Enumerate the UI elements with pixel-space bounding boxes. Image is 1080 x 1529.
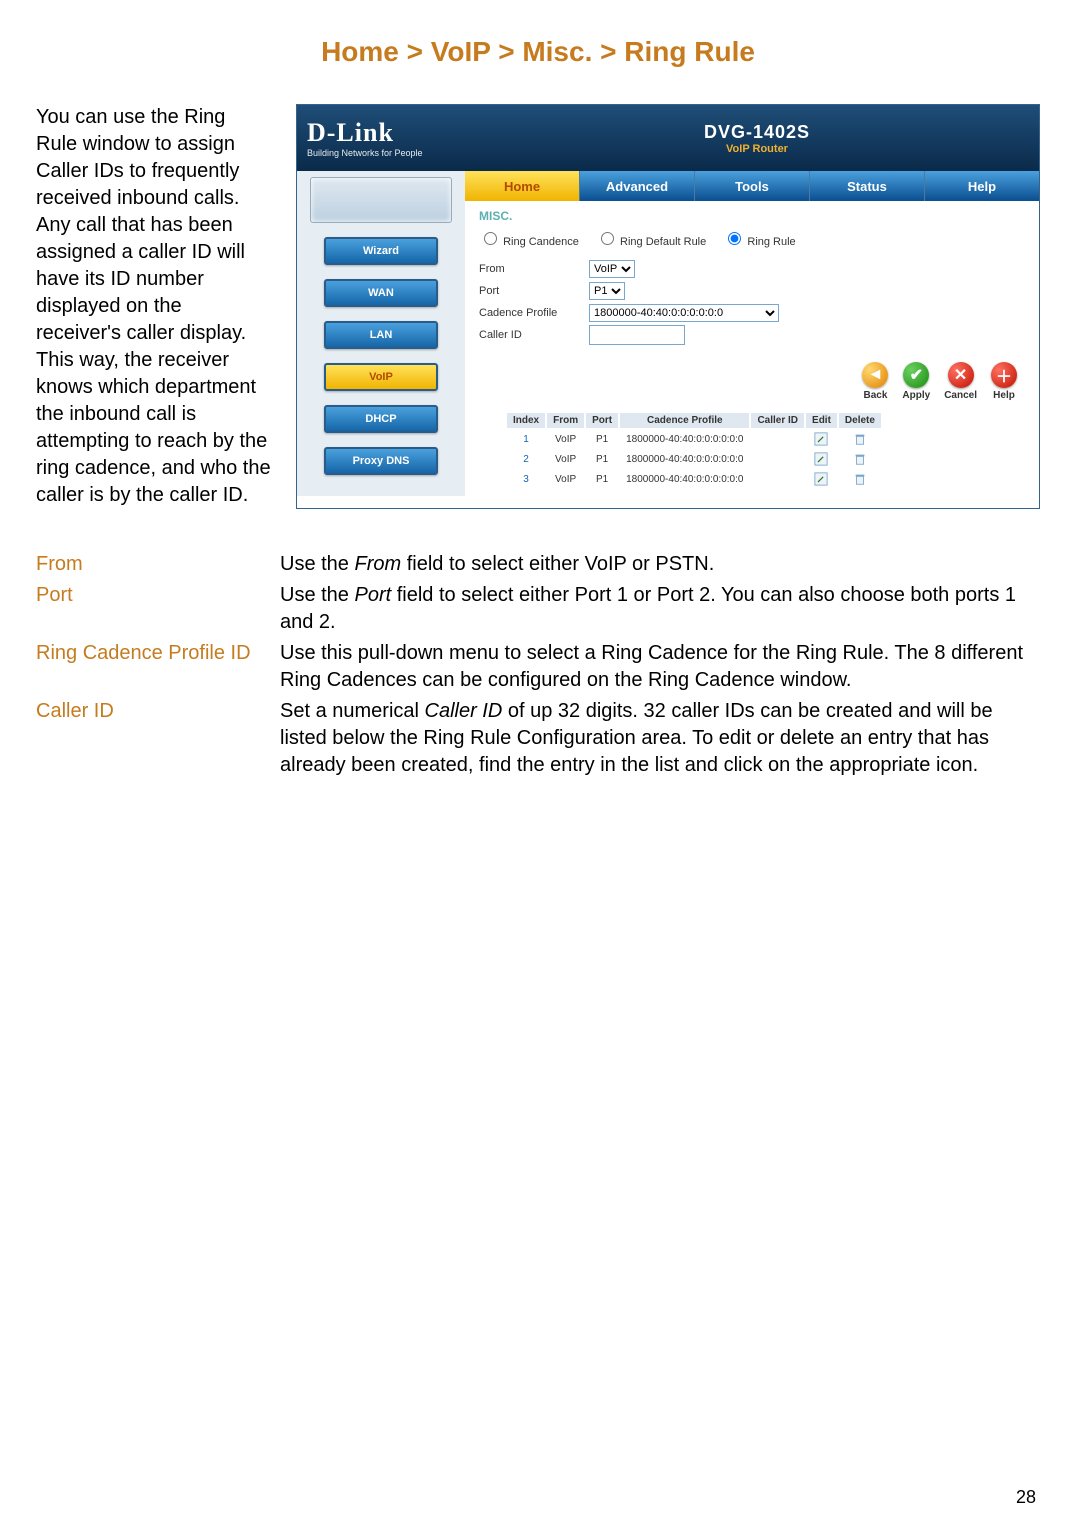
sidebar-item-dhcp[interactable]: DHCP: [324, 405, 438, 433]
def-body-ring-cadence: Use this pull-down menu to select a Ring…: [280, 640, 1040, 694]
delete-icon[interactable]: [853, 432, 867, 446]
col-delete: Delete: [839, 413, 881, 428]
radio-ring-rule-label: Ring Rule: [747, 236, 795, 248]
ring-rule-table: Index From Port Cadence Profile Caller I…: [505, 411, 883, 490]
cell-port: P1: [586, 470, 618, 488]
cancel-icon: ✕: [948, 362, 974, 388]
col-edit: Edit: [806, 413, 837, 428]
apply-label: Apply: [902, 390, 930, 401]
help-label: Help: [993, 390, 1015, 401]
apply-icon: ✔: [903, 362, 929, 388]
cell-cadence: 1800000-40:40:0:0:0:0:0:0: [620, 430, 749, 448]
brand-tagline: Building Networks for People: [307, 148, 475, 158]
intro-text: You can use the Ring Rule window to assi…: [36, 104, 272, 509]
delete-icon[interactable]: [853, 452, 867, 466]
col-from: From: [547, 413, 584, 428]
definitions: From Use the From field to select either…: [36, 551, 1040, 779]
page-number: 28: [1016, 1487, 1036, 1508]
model-name: DVG-1402S: [704, 122, 810, 143]
radio-ring-candence-label: Ring Candence: [503, 236, 579, 248]
def-term-ring-cadence: Ring Cadence Profile ID: [36, 640, 280, 694]
def-term-port: Port: [36, 582, 280, 636]
sidebar-item-lan[interactable]: LAN: [324, 321, 438, 349]
tab-tools[interactable]: Tools: [695, 171, 810, 201]
def-body-caller-id: Set a numerical Caller ID of up 32 digit…: [280, 698, 1040, 779]
cell-from: VoIP: [547, 470, 584, 488]
cell-index: 1: [507, 430, 545, 448]
radio-ring-default-label: Ring Default Rule: [620, 236, 706, 248]
cell-index: 2: [507, 450, 545, 468]
tab-status[interactable]: Status: [810, 171, 925, 201]
port-select[interactable]: P1: [589, 282, 625, 300]
cell-port: P1: [586, 430, 618, 448]
from-select[interactable]: VoIP: [589, 260, 635, 278]
router-image: [310, 177, 452, 223]
col-port: Port: [586, 413, 618, 428]
tab-home[interactable]: Home: [465, 171, 580, 201]
edit-icon[interactable]: [814, 432, 828, 446]
radio-ring-rule[interactable]: Ring Rule: [723, 236, 795, 248]
caller-id-label: Caller ID: [479, 329, 589, 341]
def-term-caller-id: Caller ID: [36, 698, 280, 779]
def-term-from: From: [36, 551, 280, 578]
def-body-port: Use the Port field to select either Port…: [280, 582, 1040, 636]
tab-help[interactable]: Help: [925, 171, 1039, 201]
model-subtitle: VoIP Router: [726, 143, 788, 155]
sidebar-item-wizard[interactable]: Wizard: [324, 237, 438, 265]
table-row: 2 VoIP P1 1800000-40:40:0:0:0:0:0:0: [507, 450, 881, 468]
sidebar-item-wan[interactable]: WAN: [324, 279, 438, 307]
port-label: Port: [479, 285, 589, 297]
back-label: Back: [863, 390, 887, 401]
sidebar-item-proxy-dns[interactable]: Proxy DNS: [324, 447, 438, 475]
back-icon: ◄: [862, 362, 888, 388]
col-index: Index: [507, 413, 545, 428]
cell-from: VoIP: [547, 450, 584, 468]
brand-logo: D-Link: [307, 118, 475, 148]
sidebar-item-voip[interactable]: VoIP: [324, 363, 438, 391]
radio-ring-candence[interactable]: Ring Candence: [479, 236, 579, 248]
cell-cadence: 1800000-40:40:0:0:0:0:0:0: [620, 470, 749, 488]
tab-advanced[interactable]: Advanced: [580, 171, 695, 201]
table-row: 3 VoIP P1 1800000-40:40:0:0:0:0:0:0: [507, 470, 881, 488]
col-cadence: Cadence Profile: [620, 413, 749, 428]
help-button[interactable]: ＋ Help: [991, 362, 1017, 401]
from-label: From: [479, 263, 589, 275]
cell-caller: [751, 430, 804, 448]
col-caller: Caller ID: [751, 413, 804, 428]
cancel-label: Cancel: [944, 390, 977, 401]
back-button[interactable]: ◄ Back: [862, 362, 888, 401]
cell-cadence: 1800000-40:40:0:0:0:0:0:0: [620, 450, 749, 468]
delete-icon[interactable]: [853, 472, 867, 486]
edit-icon[interactable]: [814, 472, 828, 486]
apply-button[interactable]: ✔ Apply: [902, 362, 930, 401]
def-body-from: Use the From field to select either VoIP…: [280, 551, 1040, 578]
cadence-label: Cadence Profile: [479, 307, 589, 319]
cell-index: 3: [507, 470, 545, 488]
cell-caller: [751, 450, 804, 468]
caller-id-input[interactable]: [589, 325, 685, 345]
section-label: MISC.: [465, 201, 1039, 227]
cell-from: VoIP: [547, 430, 584, 448]
cell-port: P1: [586, 450, 618, 468]
edit-icon[interactable]: [814, 452, 828, 466]
radio-ring-default[interactable]: Ring Default Rule: [596, 236, 706, 248]
router-ui-screenshot: D-Link Building Networks for People DVG-…: [296, 104, 1040, 509]
cancel-button[interactable]: ✕ Cancel: [944, 362, 977, 401]
cadence-select[interactable]: 1800000-40:40:0:0:0:0:0:0: [589, 304, 779, 322]
cell-caller: [751, 470, 804, 488]
help-icon: ＋: [991, 362, 1017, 388]
breadcrumb: Home > VoIP > Misc. > Ring Rule: [36, 36, 1040, 68]
table-row: 1 VoIP P1 1800000-40:40:0:0:0:0:0:0: [507, 430, 881, 448]
